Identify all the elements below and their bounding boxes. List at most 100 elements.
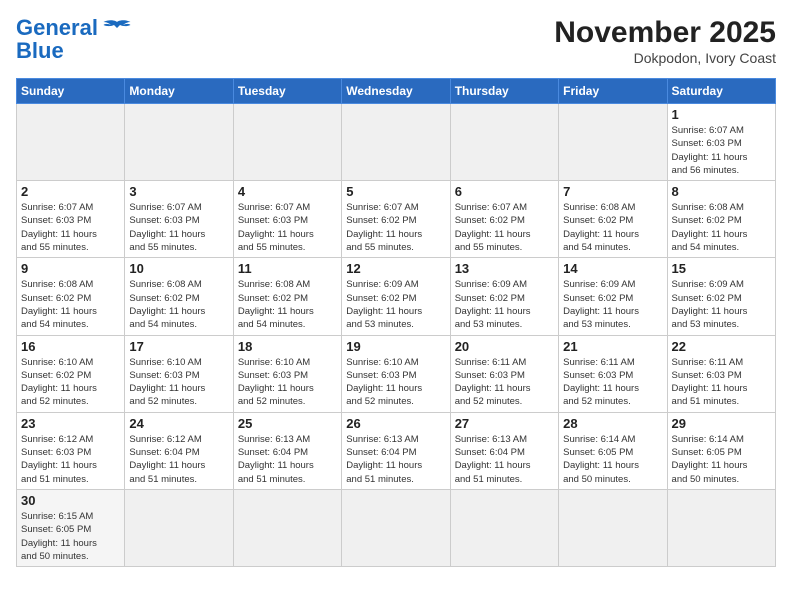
day-info: Sunrise: 6:13 AM Sunset: 6:04 PM Dayligh… <box>346 433 445 486</box>
month-year-title: November 2025 <box>554 16 776 50</box>
day-number: 5 <box>346 184 445 199</box>
logo-text: General <box>16 16 98 40</box>
day-info: Sunrise: 6:12 AM Sunset: 6:03 PM Dayligh… <box>21 433 120 486</box>
calendar-cell: 6 Sunrise: 6:07 AM Sunset: 6:02 PM Daylig… <box>450 181 558 258</box>
calendar-cell: 24Sunrise: 6:12 AM Sunset: 6:04 PM Dayli… <box>125 412 233 489</box>
day-info: Sunrise: 6:07 AM Sunset: 6:03 PM Dayligh… <box>672 124 771 177</box>
day-number: 19 <box>346 339 445 354</box>
logo-bird-icon <box>102 19 132 37</box>
week-row-4: 16Sunrise: 6:10 AM Sunset: 6:02 PM Dayli… <box>17 335 776 412</box>
calendar-cell: 5 Sunrise: 6:07 AM Sunset: 6:02 PM Daylig… <box>342 181 450 258</box>
page-header: General Blue November 2025 Dokpodon, Ivo… <box>16 16 776 66</box>
day-number: 2 <box>21 184 120 199</box>
calendar-cell: 1 Sunrise: 6:07 AM Sunset: 6:03 PM Daylig… <box>667 104 775 181</box>
day-info: Sunrise: 6:07 AM Sunset: 6:03 PM Dayligh… <box>21 201 120 254</box>
day-info: Sunrise: 6:13 AM Sunset: 6:04 PM Dayligh… <box>455 433 554 486</box>
calendar-cell: 11Sunrise: 6:08 AM Sunset: 6:02 PM Dayli… <box>233 258 341 335</box>
day-info: Sunrise: 6:14 AM Sunset: 6:05 PM Dayligh… <box>672 433 771 486</box>
calendar-cell: 16Sunrise: 6:10 AM Sunset: 6:02 PM Dayli… <box>17 335 125 412</box>
calendar-cell: 4Sunrise: 6:07 AM Sunset: 6:03 PM Daylig… <box>233 181 341 258</box>
calendar-cell <box>559 489 667 566</box>
calendar-cell: 13 Sunrise: 6:09 AM Sunset: 6:02 PM Dayli… <box>450 258 558 335</box>
calendar-cell <box>233 104 341 181</box>
calendar-cell <box>342 104 450 181</box>
location-subtitle: Dokpodon, Ivory Coast <box>554 50 776 66</box>
day-info: Sunrise: 6:08 AM Sunset: 6:02 PM Dayligh… <box>672 201 771 254</box>
day-info: Sunrise: 6:09 AM Sunset: 6:02 PM Dayligh… <box>346 278 445 331</box>
day-info: Sunrise: 6:07 AM Sunset: 6:03 PM Dayligh… <box>129 201 228 254</box>
weekday-header-saturday: Saturday <box>667 79 775 104</box>
calendar-cell: 9Sunrise: 6:08 AM Sunset: 6:02 PM Daylig… <box>17 258 125 335</box>
day-number: 6 <box>455 184 554 199</box>
day-info: Sunrise: 6:09 AM Sunset: 6:02 PM Dayligh… <box>563 278 662 331</box>
calendar-cell: 8 Sunrise: 6:08 AM Sunset: 6:02 PM Daylig… <box>667 181 775 258</box>
day-number: 30 <box>21 493 120 508</box>
calendar-cell: 22 Sunrise: 6:11 AM Sunset: 6:03 PM Dayli… <box>667 335 775 412</box>
day-info: Sunrise: 6:09 AM Sunset: 6:02 PM Dayligh… <box>672 278 771 331</box>
calendar-cell <box>667 489 775 566</box>
day-info: Sunrise: 6:08 AM Sunset: 6:02 PM Dayligh… <box>129 278 228 331</box>
day-info: Sunrise: 6:07 AM Sunset: 6:03 PM Dayligh… <box>238 201 337 254</box>
day-info: Sunrise: 6:07 AM Sunset: 6:02 PM Dayligh… <box>346 201 445 254</box>
day-number: 20 <box>455 339 554 354</box>
calendar-cell <box>17 104 125 181</box>
day-number: 14 <box>563 261 662 276</box>
day-number: 15 <box>672 261 771 276</box>
calendar-cell: 30 Sunrise: 6:15 AM Sunset: 6:05 PM Dayli… <box>17 489 125 566</box>
calendar-cell <box>450 104 558 181</box>
day-number: 17 <box>129 339 228 354</box>
day-info: Sunrise: 6:15 AM Sunset: 6:05 PM Dayligh… <box>21 510 120 563</box>
day-number: 26 <box>346 416 445 431</box>
week-row-6: 30 Sunrise: 6:15 AM Sunset: 6:05 PM Dayli… <box>17 489 776 566</box>
calendar-cell: 26 Sunrise: 6:13 AM Sunset: 6:04 PM Dayli… <box>342 412 450 489</box>
calendar-cell: 2 Sunrise: 6:07 AM Sunset: 6:03 PM Daylig… <box>17 181 125 258</box>
day-info: Sunrise: 6:10 AM Sunset: 6:02 PM Dayligh… <box>21 356 120 409</box>
calendar-cell: 20 Sunrise: 6:11 AM Sunset: 6:03 PM Dayli… <box>450 335 558 412</box>
day-info: Sunrise: 6:10 AM Sunset: 6:03 PM Dayligh… <box>346 356 445 409</box>
week-row-2: 2 Sunrise: 6:07 AM Sunset: 6:03 PM Daylig… <box>17 181 776 258</box>
day-number: 13 <box>455 261 554 276</box>
day-info: Sunrise: 6:09 AM Sunset: 6:02 PM Dayligh… <box>455 278 554 331</box>
calendar-cell <box>450 489 558 566</box>
calendar-table: SundayMondayTuesdayWednesdayThursdayFrid… <box>16 78 776 567</box>
day-number: 3 <box>129 184 228 199</box>
day-info: Sunrise: 6:11 AM Sunset: 6:03 PM Dayligh… <box>672 356 771 409</box>
calendar-cell: 15 Sunrise: 6:09 AM Sunset: 6:02 PM Dayli… <box>667 258 775 335</box>
calendar-cell <box>559 104 667 181</box>
day-number: 1 <box>672 107 771 122</box>
day-info: Sunrise: 6:08 AM Sunset: 6:02 PM Dayligh… <box>238 278 337 331</box>
week-row-5: 23 Sunrise: 6:12 AM Sunset: 6:03 PM Dayli… <box>17 412 776 489</box>
logo-blue-text: Blue <box>16 38 64 64</box>
weekday-header-tuesday: Tuesday <box>233 79 341 104</box>
day-number: 9 <box>21 261 120 276</box>
title-block: November 2025 Dokpodon, Ivory Coast <box>554 16 776 66</box>
day-info: Sunrise: 6:11 AM Sunset: 6:03 PM Dayligh… <box>563 356 662 409</box>
weekday-header-wednesday: Wednesday <box>342 79 450 104</box>
weekday-header-row: SundayMondayTuesdayWednesdayThursdayFrid… <box>17 79 776 104</box>
calendar-cell: 27 Sunrise: 6:13 AM Sunset: 6:04 PM Dayli… <box>450 412 558 489</box>
day-info: Sunrise: 6:10 AM Sunset: 6:03 PM Dayligh… <box>129 356 228 409</box>
week-row-3: 9 Sunrise: 6:08 AM Sunset: 6:02 PM Daylig… <box>17 258 776 335</box>
day-info: Sunrise: 6:11 AM Sunset: 6:03 PM Dayligh… <box>455 356 554 409</box>
day-info: Sunrise: 6:12 AM Sunset: 6:04 PM Dayligh… <box>129 433 228 486</box>
day-number: 8 <box>672 184 771 199</box>
day-number: 27 <box>455 416 554 431</box>
day-number: 22 <box>672 339 771 354</box>
weekday-header-thursday: Thursday <box>450 79 558 104</box>
day-number: 10 <box>129 261 228 276</box>
day-info: Sunrise: 6:07 AM Sunset: 6:02 PM Dayligh… <box>455 201 554 254</box>
day-info: Sunrise: 6:10 AM Sunset: 6:03 PM Dayligh… <box>238 356 337 409</box>
day-number: 23 <box>21 416 120 431</box>
calendar-cell: 10 Sunrise: 6:08 AM Sunset: 6:02 PM Dayli… <box>125 258 233 335</box>
day-number: 12 <box>346 261 445 276</box>
calendar-cell: 21Sunrise: 6:11 AM Sunset: 6:03 PM Dayli… <box>559 335 667 412</box>
calendar-cell: 23 Sunrise: 6:12 AM Sunset: 6:03 PM Dayli… <box>17 412 125 489</box>
day-info: Sunrise: 6:13 AM Sunset: 6:04 PM Dayligh… <box>238 433 337 486</box>
calendar-cell: 17 Sunrise: 6:10 AM Sunset: 6:03 PM Dayli… <box>125 335 233 412</box>
calendar-cell <box>233 489 341 566</box>
calendar-cell: 12 Sunrise: 6:09 AM Sunset: 6:02 PM Dayli… <box>342 258 450 335</box>
weekday-header-friday: Friday <box>559 79 667 104</box>
calendar-cell: 25Sunrise: 6:13 AM Sunset: 6:04 PM Dayli… <box>233 412 341 489</box>
calendar-cell: 7Sunrise: 6:08 AM Sunset: 6:02 PM Daylig… <box>559 181 667 258</box>
calendar-cell: 3 Sunrise: 6:07 AM Sunset: 6:03 PM Daylig… <box>125 181 233 258</box>
